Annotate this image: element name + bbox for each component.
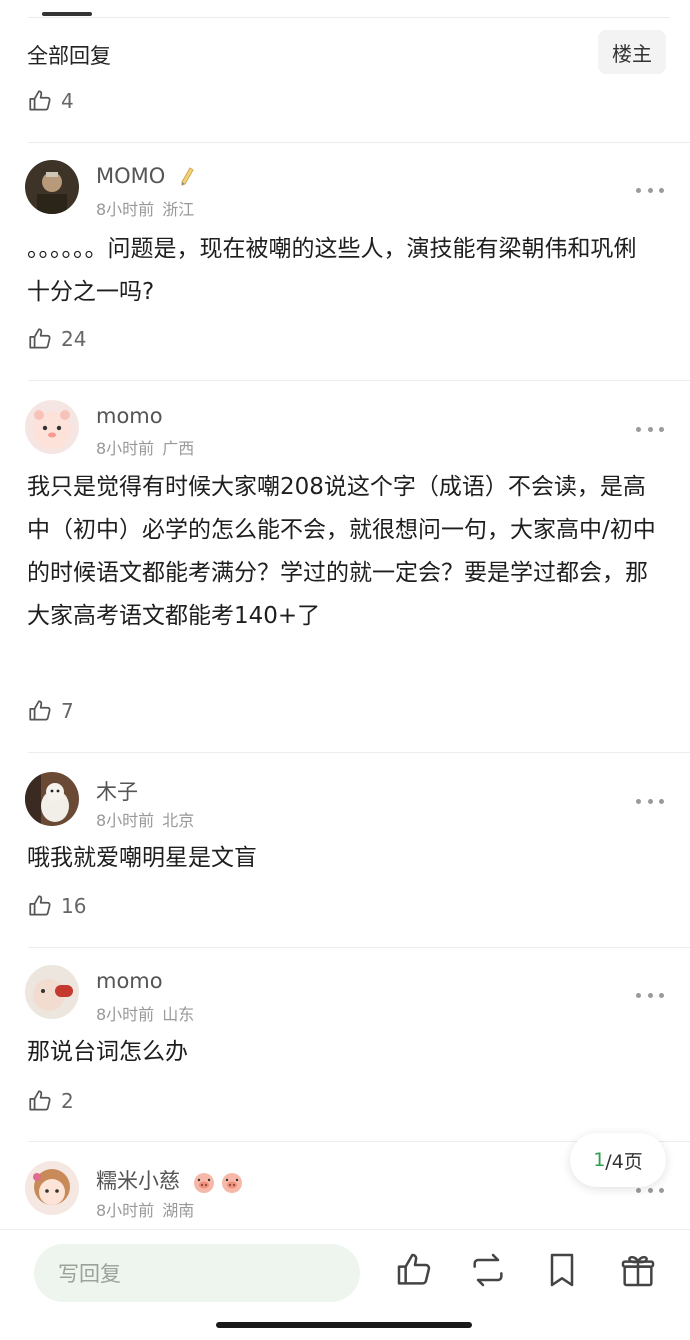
username[interactable]: 糯米小慈 xyxy=(96,1165,245,1195)
comment-location: 山东 xyxy=(162,1005,195,1024)
comment-text: 。。。。。。问题是，现在被嘲的这些人，演技能有梁朝伟和巩俐十分之一吗? xyxy=(27,236,637,305)
reply-input[interactable]: 写回复 xyxy=(34,1244,360,1302)
like-count: 24 xyxy=(61,327,87,351)
comment-time: 8小时前 xyxy=(96,1201,155,1220)
gift-icon[interactable] xyxy=(618,1250,658,1290)
more-icon[interactable] xyxy=(636,990,664,1000)
more-icon[interactable] xyxy=(636,424,664,434)
thumb-up-icon xyxy=(29,90,51,111)
repost-icon[interactable] xyxy=(468,1250,508,1290)
like-count: 4 xyxy=(61,89,74,113)
pig-emoji-icon xyxy=(221,1173,242,1193)
comment-item: 木子 8小时前 北京 哦我就爱嘲明星是文盲 16 xyxy=(0,752,690,948)
bookmark-icon[interactable] xyxy=(542,1250,582,1290)
comment-text: 我只是觉得有时候大家嘲208说这个字（成语）不会读，是高中（初中）必学的怎么能不… xyxy=(27,474,656,629)
total-pages: /4页 xyxy=(605,1150,643,1173)
comment-meta: 8小时前 湖南 xyxy=(96,1197,194,1221)
comment-text: 哦我就爱嘲明星是文盲 xyxy=(27,845,257,871)
comment-location: 湖南 xyxy=(162,1201,195,1220)
thumb-up-icon xyxy=(29,895,51,916)
page-indicator[interactable]: 1/4页 xyxy=(570,1133,666,1187)
like-button[interactable]: 7 xyxy=(27,698,74,724)
comment-location: 北京 xyxy=(162,811,195,830)
comment-time: 8小时前 xyxy=(96,439,155,458)
comment-meta: 8小时前 广西 xyxy=(96,435,194,459)
section-title: 全部回复 xyxy=(27,44,111,68)
comment-item: MOMO 8小时前 浙江 。。。。。。问题是，现在被嘲的这些人，演技能有梁朝伟和巩… xyxy=(0,142,690,380)
pig-emoji-icon xyxy=(193,1173,214,1193)
more-icon[interactable] xyxy=(636,796,664,806)
username[interactable]: 木子 xyxy=(96,776,138,806)
thumb-up-icon xyxy=(29,700,51,721)
comment-meta: 8小时前 山东 xyxy=(96,1001,194,1025)
comment-text: 那说台词怎么办 xyxy=(27,1039,188,1065)
comment-item: momo 8小时前 山东 那说台词怎么办 2 xyxy=(0,947,690,1141)
comment-meta: 8小时前 浙江 xyxy=(96,196,194,220)
top-divider xyxy=(28,17,670,18)
bottom-bar: 写回复 xyxy=(0,1229,690,1340)
top-like-button[interactable]: 4 xyxy=(27,88,74,114)
thumb-up-icon xyxy=(29,328,51,349)
comment-item: momo 8小时前 广西 我只是觉得有时候大家嘲208说这个字（成语）不会读，是高… xyxy=(0,380,690,752)
more-icon[interactable] xyxy=(636,185,664,195)
like-count: 16 xyxy=(61,894,87,918)
like-icon[interactable] xyxy=(394,1250,434,1290)
like-button[interactable]: 16 xyxy=(27,893,86,919)
like-count: 7 xyxy=(61,699,74,723)
avatar[interactable] xyxy=(25,400,79,454)
tab-indicator xyxy=(42,12,92,16)
thumb-up-icon xyxy=(397,1253,431,1285)
op-only-button[interactable]: 楼主 xyxy=(598,30,666,74)
comment-time: 8小时前 xyxy=(96,1005,155,1024)
username[interactable]: momo xyxy=(96,404,163,428)
comment-location: 广西 xyxy=(162,439,195,458)
username[interactable]: MOMO xyxy=(96,164,196,188)
username[interactable]: momo xyxy=(96,969,163,993)
like-count: 2 xyxy=(61,1089,74,1113)
home-indicator xyxy=(216,1322,472,1328)
comment-time: 8小时前 xyxy=(96,811,155,830)
pencil-icon xyxy=(181,167,194,186)
like-button[interactable]: 2 xyxy=(27,1088,74,1114)
comment-location: 浙江 xyxy=(162,200,195,219)
replies-header: 全部回复 楼主 xyxy=(0,28,690,78)
like-button[interactable]: 24 xyxy=(27,326,86,352)
avatar[interactable] xyxy=(25,965,79,1019)
current-page: 1 xyxy=(593,1149,606,1171)
comment-time: 8小时前 xyxy=(96,200,155,219)
thumb-up-icon xyxy=(29,1090,51,1111)
comment-meta: 8小时前 北京 xyxy=(96,807,194,831)
avatar[interactable] xyxy=(25,160,79,214)
avatar[interactable] xyxy=(25,772,79,826)
avatar[interactable] xyxy=(25,1161,79,1215)
